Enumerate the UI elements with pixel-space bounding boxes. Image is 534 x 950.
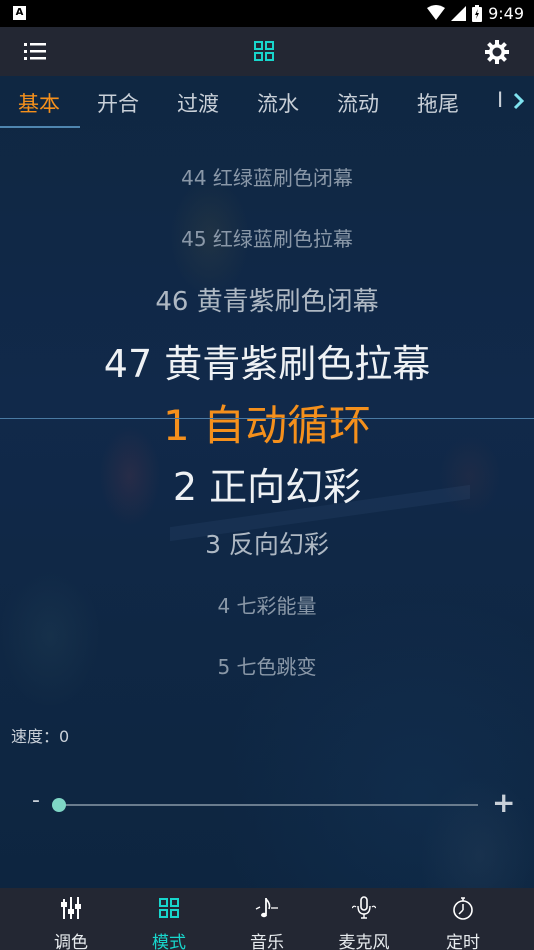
tab-trail[interactable]: 拖尾	[417, 88, 459, 118]
top-toolbar	[0, 27, 534, 76]
sliders-icon	[61, 897, 81, 919]
speed-slider-thumb[interactable]	[52, 798, 66, 812]
tab-flow[interactable]: 流动	[337, 88, 379, 118]
speed-decrease-button[interactable]: -	[32, 788, 40, 813]
gear-icon	[485, 40, 509, 64]
picker-item-selected[interactable]: 1 自动循环	[0, 392, 534, 453]
timer-icon	[453, 897, 473, 920]
music-note-icon	[255, 898, 278, 918]
settings-button[interactable]	[484, 39, 510, 65]
chevron-right-icon	[513, 92, 525, 110]
picker-item[interactable]: 46 黄青紫刷色闭幕	[0, 281, 534, 318]
nav-color[interactable]: 调色	[31, 888, 111, 950]
mode-content: 基本 开合 过渡 流水 流动 拖尾 I 44 红绿蓝刷色闭幕 45 红绿蓝刷色拉…	[0, 76, 534, 888]
nav-label: 调色	[54, 933, 88, 950]
picker-item[interactable]: 45 红绿蓝刷色拉幕	[0, 223, 534, 252]
nav-label: 定时	[446, 933, 480, 950]
nav-label: 麦克风	[338, 933, 390, 950]
mode-category-tabs: 基本 开合 过渡 流水 流动 拖尾 I	[0, 76, 534, 129]
picker-center-line	[0, 418, 534, 419]
nav-label: 音乐	[250, 933, 284, 950]
list-icon	[24, 43, 46, 60]
app-notification-icon: A	[13, 6, 26, 20]
cell-signal-icon	[451, 5, 467, 21]
wifi-icon	[427, 5, 446, 20]
picker-item[interactable]: 44 红绿蓝刷色闭幕	[0, 162, 534, 191]
mode-grid-button[interactable]	[252, 40, 276, 62]
speed-increase-button[interactable]: +	[492, 786, 515, 819]
menu-button[interactable]	[22, 40, 48, 62]
microphone-icon	[352, 896, 376, 919]
grid-icon	[159, 898, 179, 918]
tab-open-close[interactable]: 开合	[97, 88, 139, 118]
tabs-scroll-right-button[interactable]	[510, 89, 528, 113]
nav-label: 模式	[152, 933, 186, 950]
nav-mode[interactable]: 模式	[129, 888, 209, 950]
clock: 9:49	[488, 3, 524, 23]
tab-transition[interactable]: 过渡	[177, 88, 219, 118]
nav-microphone[interactable]: 麦克风	[324, 888, 404, 950]
tab-partial[interactable]: I	[497, 88, 509, 112]
grid-icon	[254, 41, 274, 61]
active-tab-indicator	[0, 126, 80, 128]
tab-flowing-water[interactable]: 流水	[257, 88, 299, 118]
picker-item[interactable]: 2 正向幻彩	[0, 456, 534, 511]
nav-timer[interactable]: 定时	[423, 888, 503, 950]
picker-item[interactable]: 3 反向幻彩	[0, 525, 534, 561]
bottom-navigation: 调色 模式 音乐 麦克风 定时	[0, 888, 534, 950]
picker-item[interactable]: 5 七色跳变	[0, 651, 534, 680]
battery-charging-icon	[472, 4, 483, 22]
nav-music[interactable]: 音乐	[227, 888, 307, 950]
picker-item[interactable]: 4 七彩能量	[0, 590, 534, 619]
speed-slider-track[interactable]	[58, 804, 478, 806]
picker-item[interactable]: 47 黄青紫刷色拉幕	[0, 333, 534, 388]
speed-label: 速度：0	[11, 727, 70, 746]
tab-basic[interactable]: 基本	[18, 88, 60, 118]
status-bar: A 9:49	[0, 0, 534, 27]
